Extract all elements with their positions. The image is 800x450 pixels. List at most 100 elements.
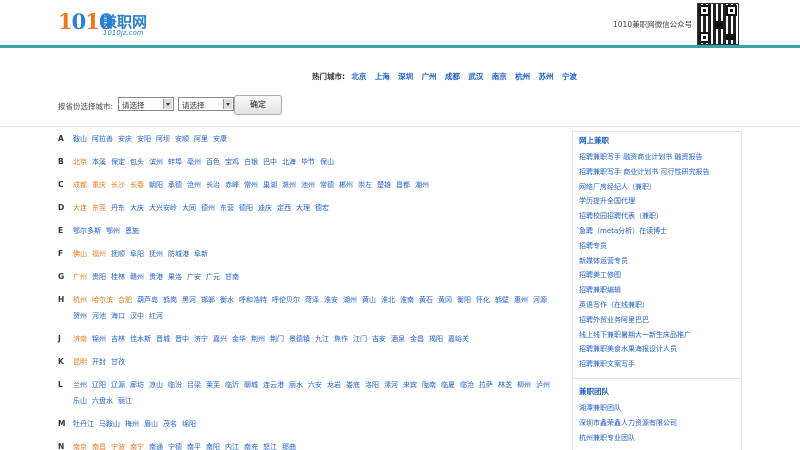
city-link[interactable]: 揭阳 — [429, 331, 443, 347]
city-link[interactable]: 漯河 — [384, 377, 398, 393]
city-link[interactable]: 凉山 — [149, 377, 163, 393]
city-link[interactable]: 酒泉 — [391, 331, 405, 347]
city-link[interactable]: 兰州 — [73, 377, 87, 393]
city-link[interactable]: 大同 — [182, 200, 196, 216]
city-link[interactable]: 大连 — [73, 200, 87, 216]
city-link[interactable]: 聊城 — [244, 377, 258, 393]
city-link[interactable]: 荆州 — [251, 331, 265, 347]
city-link[interactable]: 海口 — [111, 308, 125, 324]
city-link[interactable]: 丽江 — [118, 393, 132, 409]
city-link[interactable]: 迪庆 — [258, 200, 272, 216]
sidebar-job-link[interactable]: 英语写作（在线兼职） — [573, 298, 741, 313]
city-link[interactable]: 贵阳 — [92, 269, 106, 285]
city-link[interactable]: 嘉峪关 — [448, 331, 469, 347]
sidebar-job-link[interactable]: 杭州兼职专业团队 — [573, 431, 741, 446]
city-link[interactable]: 南京 — [73, 439, 87, 450]
city-link[interactable]: 大庆 — [130, 200, 144, 216]
city-link[interactable]: 阿里 — [194, 131, 208, 147]
city-link[interactable]: 广州 — [73, 269, 87, 285]
city-link[interactable]: 楚雄 — [377, 177, 391, 193]
city-link[interactable]: 南充 — [244, 439, 258, 450]
hot-city-link[interactable]: 杭州 — [515, 72, 530, 81]
city-link[interactable]: 淮南 — [400, 292, 414, 308]
city-link[interactable]: 眉山 — [144, 416, 158, 432]
city-link[interactable]: 哈尔滨 — [92, 292, 113, 308]
sidebar-job-link[interactable]: 招聘兼职写手 商业计划书 可行性研究报告 — [573, 165, 741, 180]
city-link[interactable]: 抚州 — [149, 246, 163, 262]
city-link[interactable]: 廊坊 — [130, 377, 144, 393]
city-link[interactable]: 福州 — [92, 246, 106, 262]
city-link[interactable]: 临沧 — [460, 377, 474, 393]
city-link[interactable]: 九江 — [315, 331, 329, 347]
city-link[interactable]: 江门 — [353, 331, 367, 347]
sidebar-job-link[interactable]: 学历提升全国代理 — [573, 194, 741, 209]
city-link[interactable]: 红河 — [149, 308, 163, 324]
city-link[interactable]: 合肥 — [118, 292, 132, 308]
city-link[interactable]: 龙岩 — [327, 377, 341, 393]
hot-city-link[interactable]: 深圳 — [398, 72, 413, 81]
city-link[interactable]: 大理 — [296, 200, 310, 216]
city-link[interactable]: 南宁 — [130, 439, 144, 450]
city-link[interactable]: 潮州 — [415, 177, 429, 193]
city-link[interactable]: 桂林 — [111, 269, 125, 285]
city-link[interactable]: 呼和浩特 — [239, 292, 267, 308]
city-link[interactable]: 抚顺 — [111, 246, 125, 262]
city-link[interactable]: 怒江 — [263, 439, 277, 450]
city-link[interactable]: 滨州 — [149, 154, 163, 170]
sidebar-job-link[interactable]: 招聘校园招聘代表（兼职） — [573, 209, 741, 224]
city-link[interactable]: 安顺 — [175, 131, 189, 147]
city-link[interactable]: 丹东 — [111, 200, 125, 216]
city-link[interactable]: 南昌 — [92, 439, 106, 450]
city-link[interactable]: 马鞍山 — [99, 416, 120, 432]
city-link[interactable]: 保定 — [111, 154, 125, 170]
city-link[interactable]: 果洛 — [168, 269, 182, 285]
city-link[interactable]: 毕节 — [301, 154, 315, 170]
city-link[interactable]: 广安 — [187, 269, 201, 285]
city-link[interactable]: 那曲 — [282, 439, 296, 450]
city-link[interactable]: 常州 — [244, 177, 258, 193]
sidebar-job-link[interactable]: 湘潭兼职团队 — [573, 401, 741, 416]
city-link[interactable]: 池州 — [301, 177, 315, 193]
city-link[interactable]: 莱芜 — [206, 377, 220, 393]
city-link[interactable]: 黄石 — [419, 292, 433, 308]
city-link[interactable]: 亳州 — [187, 154, 201, 170]
city-link[interactable]: 济南 — [73, 331, 87, 347]
city-link[interactable]: 梅州 — [125, 416, 139, 432]
city-link[interactable]: 绵阳 — [182, 416, 196, 432]
city-link[interactable]: 吕梁 — [187, 377, 201, 393]
city-link[interactable]: 嘉兴 — [213, 331, 227, 347]
city-link[interactable]: 黄冈 — [438, 292, 452, 308]
city-link[interactable]: 沧州 — [187, 177, 201, 193]
sidebar-job-link[interactable]: 新媒体运营专员 — [573, 254, 741, 269]
city-link[interactable]: 济宁 — [194, 331, 208, 347]
city-link[interactable]: 常德 — [320, 177, 334, 193]
city-link[interactable]: 焦作 — [334, 331, 348, 347]
city-link[interactable]: 崇左 — [358, 177, 372, 193]
city-link[interactable]: 赤峰 — [225, 177, 239, 193]
city-link[interactable]: 洛阳 — [365, 377, 379, 393]
city-link[interactable]: 鞍山 — [73, 131, 87, 147]
city-link[interactable]: 北海 — [282, 154, 296, 170]
hot-city-link[interactable]: 苏州 — [539, 72, 554, 81]
city-link[interactable]: 林芝 — [498, 377, 512, 393]
sidebar-job-link[interactable]: 招聘兼职写手 融资商业计划书 融资报告 — [573, 150, 741, 165]
city-link[interactable]: 六安 — [308, 377, 322, 393]
city-link[interactable]: 晋城 — [156, 331, 170, 347]
city-link[interactable]: 惠州 — [514, 292, 528, 308]
city-link[interactable]: 防城港 — [168, 246, 189, 262]
city-link[interactable]: 南通 — [149, 439, 163, 450]
city-link[interactable]: 巴中 — [263, 154, 277, 170]
province-select[interactable]: 请选择 — [118, 97, 174, 111]
city-link[interactable]: 黄山 — [362, 292, 376, 308]
city-link[interactable]: 大兴安岭 — [149, 200, 177, 216]
city-link[interactable]: 恩施 — [125, 223, 139, 239]
city-link[interactable]: 菏泽 — [305, 292, 319, 308]
city-link[interactable]: 锦州 — [92, 331, 106, 347]
city-link[interactable]: 黑河 — [182, 292, 196, 308]
city-link[interactable]: 安庆 — [118, 131, 132, 147]
city-link[interactable]: 南平 — [187, 439, 201, 450]
city-link[interactable]: 衡阳 — [457, 292, 471, 308]
city-link[interactable]: 柳州 — [517, 377, 531, 393]
city-link[interactable]: 晋中 — [175, 331, 189, 347]
city-link[interactable]: 邯郸 — [201, 292, 215, 308]
